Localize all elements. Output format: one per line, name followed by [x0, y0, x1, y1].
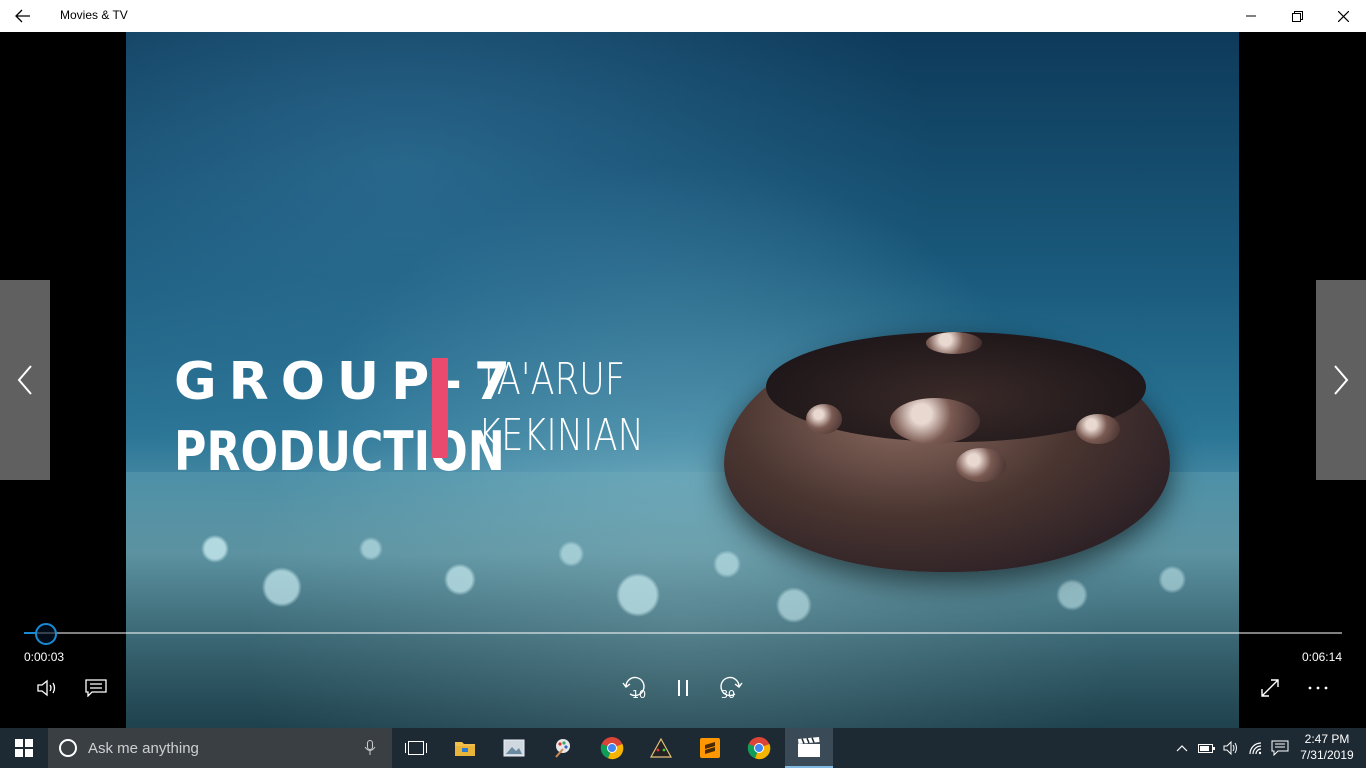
clock-date: 7/31/2019 [1300, 748, 1354, 762]
total-time: 0:06:14 [1301, 650, 1342, 664]
video-subtitle-line1: TA'ARUF [478, 354, 626, 405]
taskbar-clock[interactable]: 2:47 PM 7/31/2019 [1292, 731, 1362, 763]
app-button-photo-viewer[interactable] [490, 728, 538, 768]
video-area[interactable]: GROUP-7 PRODUCTION TA'ARUF KEKINIAN 0:00… [0, 32, 1366, 728]
volume-button[interactable] [26, 668, 70, 708]
paint-app-icon [555, 739, 570, 758]
back-button[interactable] [0, 0, 46, 32]
microphone-icon [364, 740, 376, 755]
seek-thumb[interactable] [35, 623, 57, 645]
battery-button[interactable] [1196, 728, 1218, 768]
chrome-icon [600, 737, 624, 760]
fullscreen-icon [1261, 679, 1279, 697]
current-time: 0:00:03 [24, 650, 65, 664]
player-controls: 0:00:03 0:06:14 10 30 [0, 622, 1366, 728]
volume-tray-button[interactable] [1220, 728, 1242, 768]
speaker-icon [1223, 741, 1237, 755]
skip-forward-button[interactable]: 30 [709, 668, 753, 708]
previous-button[interactable] [0, 280, 50, 480]
skip-back-button[interactable]: 10 [612, 668, 656, 708]
bean-droplet [1076, 414, 1120, 444]
start-button[interactable] [0, 728, 48, 768]
pause-icon [678, 680, 688, 696]
skip-back-10-icon: 10 [622, 676, 646, 701]
app-button-chrome-2[interactable] [735, 728, 783, 768]
folder-icon [455, 742, 475, 756]
app-button-chrome-1[interactable] [588, 728, 636, 768]
search-placeholder: Ask me anything [88, 739, 199, 757]
svg-text:30: 30 [721, 688, 735, 701]
notifications-icon [1271, 740, 1289, 756]
chevron-up-icon [1176, 745, 1188, 752]
next-button[interactable] [1316, 280, 1366, 480]
title-bar: Movies & TV [0, 0, 1366, 32]
cortana-icon [59, 739, 77, 757]
photo-app-icon [503, 739, 525, 757]
network-button[interactable] [1244, 728, 1268, 768]
app-button-sublime-text[interactable] [686, 728, 734, 768]
title-accent-bar [432, 358, 448, 458]
chrome-icon [747, 737, 771, 760]
restore-button[interactable] [1274, 0, 1320, 32]
taskbar: Ask me anything 2:47 PM 7/31/2019 [0, 728, 1366, 768]
bean-droplet [926, 332, 982, 354]
wifi-icon [1249, 742, 1262, 755]
captions-icon [85, 679, 107, 697]
window-title: Movies & TV [60, 8, 128, 22]
show-hidden-icons-button[interactable] [1172, 728, 1192, 768]
restore-icon [1291, 10, 1303, 22]
app-button-movies-tv[interactable] [785, 728, 833, 768]
close-icon [1337, 10, 1349, 22]
close-button[interactable] [1320, 0, 1366, 32]
fullscreen-button[interactable] [1248, 668, 1292, 708]
more-icon [1308, 686, 1328, 690]
back-arrow-icon [15, 9, 30, 23]
windows-logo-icon [15, 739, 33, 757]
more-options-button[interactable] [1296, 668, 1340, 708]
skip-forward-30-icon: 30 [720, 676, 743, 701]
chevron-left-icon [17, 365, 32, 395]
seek-bar[interactable] [24, 632, 1342, 634]
minimize-icon [1246, 15, 1256, 17]
video-subtitle-line2: KEKINIAN [478, 410, 644, 461]
svg-text:10: 10 [632, 688, 646, 701]
clapperboard-icon [798, 737, 820, 757]
task-view-icon [405, 741, 427, 755]
bean-droplet [956, 448, 1006, 482]
bean-droplet [890, 398, 980, 444]
sublime-text-icon [700, 738, 720, 758]
captions-button[interactable] [74, 668, 118, 708]
bean-droplet [806, 404, 842, 434]
clock-time: 2:47 PM [1304, 732, 1350, 746]
video-title-line2: PRODUCTION [174, 420, 505, 483]
task-view-button[interactable] [392, 728, 440, 768]
app-button-paint[interactable] [539, 728, 587, 768]
search-box[interactable]: Ask me anything [48, 728, 392, 768]
file-explorer-button[interactable] [441, 728, 489, 768]
action-center-button[interactable] [1268, 728, 1292, 768]
pause-button[interactable] [661, 668, 705, 708]
chevron-right-icon [1334, 365, 1349, 395]
minimize-button[interactable] [1228, 0, 1274, 32]
battery-icon [1198, 744, 1215, 753]
volume-icon [37, 679, 56, 697]
app-button-game[interactable] [637, 728, 685, 768]
video-title-line1: GROUP-7 [174, 352, 523, 412]
game-app-icon [649, 737, 673, 758]
